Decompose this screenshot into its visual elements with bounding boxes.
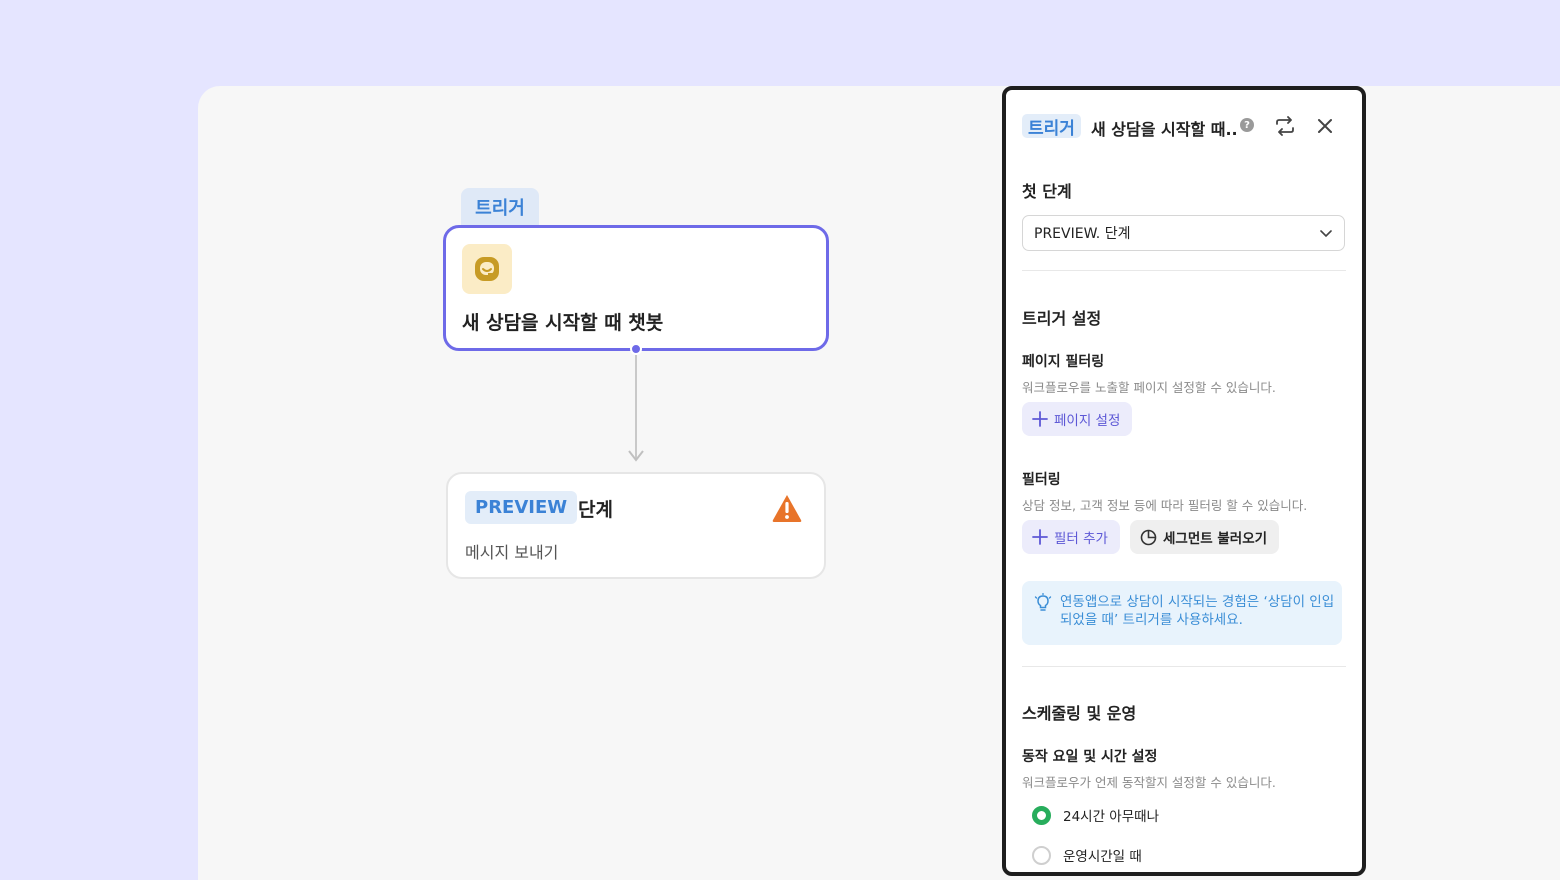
lightbulb-icon [1034,593,1052,611]
info-callout-text: 연동앱으로 상담이 시작되는 경험은 ‘상담이 인입되었을 때’ 트리거를 사용… [1060,594,1335,628]
step-badge: PREVIEW [465,491,578,524]
step-title: 단계 [578,499,613,521]
page-settings-label: 페이지 설정 [1054,413,1121,429]
radio-button[interactable] [1032,845,1051,865]
step-subtitle: 메시지 보내기 [465,543,559,562]
radio-anytime-label: 24시간 아무때나 [1063,809,1159,825]
page-settings-button[interactable]: 페이지 설정 [1022,402,1133,436]
page-filtering-title: 페이지 필터링 [1022,354,1105,370]
load-segment-button[interactable]: 세그먼트 불러오기 [1130,520,1280,554]
step-node-card[interactable]: PREVIEW 단계 메시지 보내기 [446,472,826,579]
page-filtering-help: 워크플로우를 노출할 페이지 설정할 수 있습니다. [1022,380,1276,395]
help-icon[interactable]: ? [1240,118,1254,132]
plus-icon [1032,529,1048,545]
connector-line [635,355,637,459]
divider [1022,666,1346,667]
schedule-title: 동작 요일 및 시간 설정 [1022,749,1158,765]
filtering-help: 상담 정보, 고객 정보 등에 따라 필터링 할 수 있습니다. [1022,498,1308,513]
trigger-tag: 트리거 [461,188,539,226]
trigger-node-card[interactable]: 새 상담을 시작할 때 챗봇 [443,225,829,351]
panel-header: 트리거 새 상담을 시작할 때... ? [1022,112,1346,140]
radio-business-hours-label: 운영시간일 때 [1063,849,1142,865]
divider [1022,270,1346,271]
close-icon[interactable] [1315,116,1335,136]
radio-business-hours[interactable]: 운영시간일 때 [1032,844,1142,866]
panel-title: 새 상담을 시작할 때... [1091,120,1236,139]
filtering-title: 필터링 [1022,472,1061,488]
chat-bubble-icon [462,244,512,294]
first-step-title: 첫 단계 [1022,182,1072,201]
add-filter-button[interactable]: 필터 추가 [1022,520,1120,554]
radio-anytime[interactable]: 24시간 아무때나 [1032,804,1159,826]
plus-icon [1032,411,1048,427]
schedule-help: 워크플로우가 언제 동작할지 설정할 수 있습니다. [1022,775,1276,790]
radio-button-selected[interactable] [1032,805,1051,825]
trigger-settings-title: 트리거 설정 [1022,309,1102,328]
connector-handle[interactable] [630,343,642,355]
warning-icon [772,495,802,522]
load-segment-label: 세그먼트 불러오기 [1163,531,1268,547]
trigger-node-title: 새 상담을 시작할 때 챗봇 [462,312,664,334]
scheduling-title: 스케줄링 및 운영 [1022,704,1137,723]
arrow-down-icon [628,450,644,462]
info-callout: 연동앱으로 상담이 시작되는 경험은 ‘상담이 인입되었을 때’ 트리거를 사용… [1022,581,1342,645]
first-step-select[interactable]: PREVIEW. 단계 [1022,215,1345,251]
trigger-settings-panel: 트리거 새 상담을 시작할 때... ? 첫 단계 PREVIEW. 단계 트리… [1002,86,1366,876]
chevron-down-icon [1320,230,1332,238]
pie-chart-icon [1140,529,1157,545]
add-filter-label: 필터 추가 [1054,531,1108,547]
first-step-select-value: PREVIEW. 단계 [1034,226,1131,242]
panel-trigger-tag: 트리거 [1022,114,1081,139]
swap-icon[interactable] [1274,116,1296,136]
